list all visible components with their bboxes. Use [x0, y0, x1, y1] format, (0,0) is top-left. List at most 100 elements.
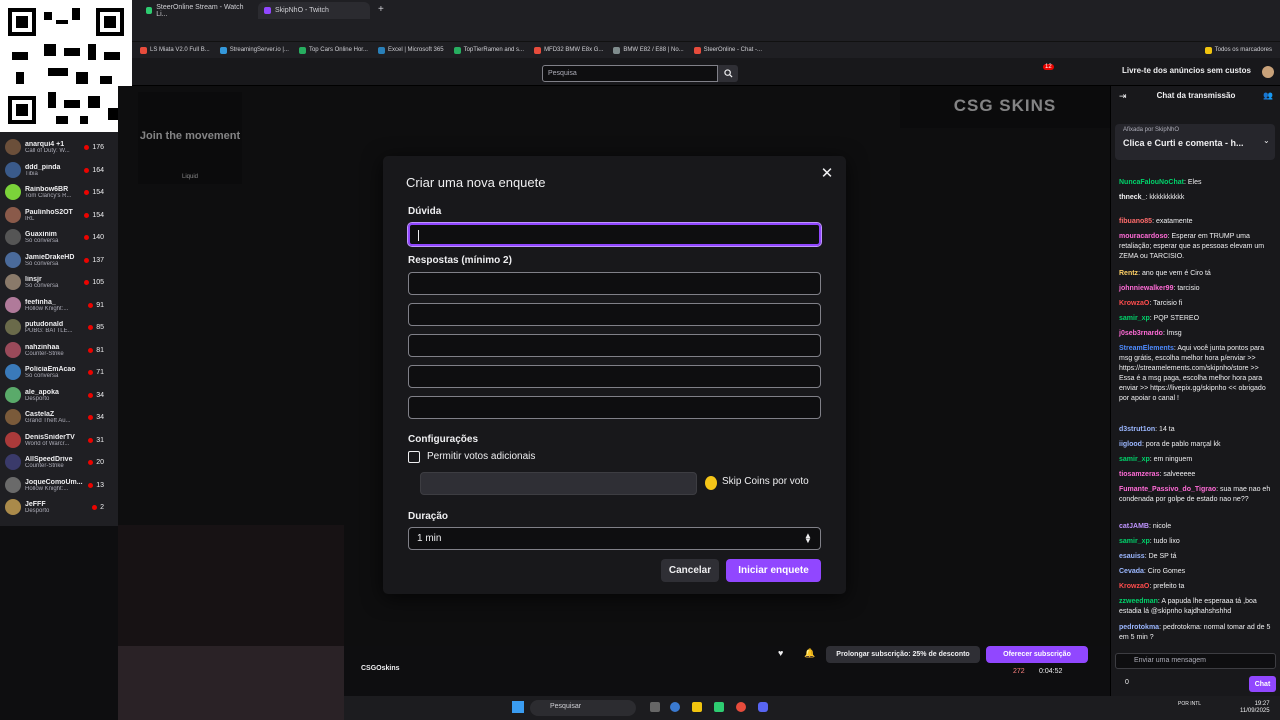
coin-icon — [705, 476, 717, 490]
pinned-message[interactable]: Afixada por SkipNhO Clica e Curti e come… — [1115, 124, 1275, 160]
collapse-chat-icon[interactable]: ⇥ — [1119, 91, 1127, 102]
users-icon[interactable]: 👥 — [1263, 91, 1273, 100]
bookmark-item[interactable]: MFD32 BMW E8x G... — [534, 46, 603, 54]
start-poll-button[interactable]: Iniciar enquete — [726, 559, 821, 582]
pinned-text: Clica e Curti e comenta - h... — [1123, 138, 1244, 148]
sidebar-channel[interactable]: ddd_pinda Tibia 164 — [0, 159, 118, 181]
question-label: Dúvida — [408, 206, 442, 217]
chat-message: samir_xp: em ninguem — [1119, 456, 1193, 463]
answer-input-5[interactable] — [408, 396, 821, 419]
sidebar-channel[interactable]: AllSpeedDrive Counter-Strike 20 — [0, 451, 118, 473]
avatar — [5, 364, 21, 380]
sidebar-channel[interactable]: nahzinhaa Counter-Strike 81 — [0, 339, 118, 361]
chevron-updown-icon: ▲ ▼ — [804, 531, 812, 545]
avatar — [5, 477, 21, 493]
heart-icon[interactable]: ♥ — [778, 648, 783, 658]
sidebar-channel[interactable]: JeFFF Desporto 2 — [0, 496, 118, 518]
bookmark-item[interactable]: StreamingServer.io |... — [219, 46, 289, 54]
qr-code — [0, 0, 132, 132]
input-language[interactable]: POR INTL — [1178, 701, 1201, 708]
avatar — [5, 387, 21, 403]
taskbar-search[interactable]: Pesquisar — [530, 700, 636, 716]
chat-message: j0seb3rnardo: lmsg — [1119, 330, 1182, 337]
close-icon[interactable]: ✕ — [819, 166, 835, 182]
avatar — [5, 252, 21, 268]
folder-icon[interactable] — [692, 702, 702, 712]
chevron-down-icon[interactable]: ⌄ — [1263, 136, 1270, 145]
bookmark-item[interactable]: SteerOnline - Chat -... — [693, 46, 762, 54]
coins-per-vote-input[interactable] — [420, 472, 697, 495]
edge-icon[interactable] — [670, 702, 680, 712]
avatar — [5, 184, 21, 200]
bookmark-item[interactable]: Top Cars Online Hor... — [298, 46, 368, 54]
cancel-button[interactable]: Cancelar — [661, 559, 719, 582]
answer-input-2[interactable] — [408, 303, 821, 326]
avatar — [5, 207, 21, 223]
sidebar-channel[interactable]: JoqueComoUm... Hollow Knight:... 13 — [0, 474, 118, 496]
new-tab-icon[interactable]: + — [378, 4, 384, 15]
chat-message: Rentz: ano que vem é Ciro tá — [1119, 270, 1211, 277]
chat-message: fibuano85: exatamente — [1119, 218, 1193, 225]
avatar — [5, 409, 21, 425]
sidebar-channel[interactable]: JamieDrakeHD Só conversa 137 — [0, 249, 118, 271]
question-input[interactable] — [407, 222, 822, 247]
answer-input-1[interactable] — [408, 272, 821, 295]
sidebar-channel[interactable]: Guaxinim Só conversa 140 — [0, 226, 118, 248]
search-button[interactable] — [718, 65, 738, 82]
tab-title: SkipNhO - Twitch — [275, 7, 329, 14]
all-bookmarks[interactable]: Todos os marcadores — [1204, 46, 1272, 54]
stream-tag[interactable]: CSGOskins — [361, 665, 400, 672]
discord-icon[interactable] — [758, 702, 768, 712]
browser-tab-twitch[interactable]: SkipNhO - Twitch — [258, 2, 370, 19]
browser-tab-steeronline[interactable]: SteerOnline Stream - Watch Li... — [140, 2, 252, 19]
address-bar[interactable] — [0, 20, 1280, 42]
bookmark-item[interactable]: BMW E82 / E88 | No... — [613, 46, 684, 54]
duration-select[interactable]: 1 min — [408, 527, 821, 550]
answers-label: Respostas (mínimo 2) — [408, 255, 512, 266]
answer-input-4[interactable] — [408, 365, 821, 388]
taskbar-clock[interactable]: 19:27 11/09/2025 — [1240, 701, 1270, 715]
tab-title: SteerOnline Stream - Watch Li... — [156, 3, 244, 18]
sidebar-channel[interactable]: feefinha_ Hollow Knight:... 91 — [0, 294, 118, 316]
sidebar-channel[interactable]: DenisSniderTV World of Warcr... 31 — [0, 429, 118, 451]
bell-icon[interactable]: 🔔 — [804, 648, 815, 659]
bookmark-item[interactable]: Excel | Microsoft 365 — [377, 46, 444, 54]
bookmark-item[interactable]: TopTierRamen and s... — [453, 46, 524, 54]
prolong-subscription-button[interactable]: Prolongar subscrição: 25% de desconto — [826, 646, 980, 663]
sidebar-channel[interactable]: putudonald PUBG: BATTLE... 85 — [0, 316, 118, 338]
chat-message: johnniewalker99: tarcisio — [1119, 285, 1200, 292]
sidebar-channel[interactable]: ale_apoka Desporto 34 — [0, 384, 118, 406]
chrome-icon[interactable] — [736, 702, 746, 712]
additional-votes-checkbox[interactable] — [408, 451, 420, 463]
store-icon[interactable] — [714, 702, 724, 712]
avatar[interactable] — [1262, 66, 1274, 78]
sidebar-channel[interactable]: PaulinhoS2OT IRL 154 — [0, 204, 118, 226]
followed-channels-sidebar: anarqui4 +1 Call of Duty: W... 176 ddd_pin… — [0, 86, 118, 526]
sidebar-channel[interactable]: anarqui4 +1 Call of Duty: W... 176 — [0, 136, 118, 158]
dialog-title: Criar uma nova enquete — [406, 175, 546, 190]
chat-send-button[interactable]: Chat — [1249, 676, 1276, 692]
chat-input[interactable]: Enviar uma mensagem — [1115, 653, 1276, 669]
taskview-icon[interactable] — [650, 702, 660, 712]
answer-input-3[interactable] — [408, 334, 821, 357]
avatar — [5, 229, 21, 245]
sidebar-channel[interactable]: Rainbow6BR Tom Clancy's R... 154 — [0, 181, 118, 203]
twitch-favicon-icon — [264, 7, 271, 14]
avatar — [5, 342, 21, 358]
chat-message: NuncaFalouNoChat: Eles — [1119, 179, 1202, 186]
bookmark-item[interactable]: LS Miata V2.0 Full B... — [140, 46, 210, 54]
sidebar-channel[interactable]: PoliciaEmAcao Só conversa 71 — [0, 361, 118, 383]
avatar — [5, 454, 21, 470]
avatar — [5, 499, 21, 515]
avatar — [5, 162, 21, 178]
qr-code-icon — [8, 8, 124, 124]
gift-subscription-button[interactable]: Oferecer subscrição — [986, 646, 1088, 663]
chat-message: zzweedman: A papuda lhe esperaaa tá ,boa… — [1119, 598, 1257, 615]
no-ads-link[interactable]: Livre-te dos anúncios sem custos — [1122, 66, 1251, 75]
channel-points[interactable]: 0 — [1125, 679, 1129, 686]
create-poll-dialog: Criar uma nova enquete ✕ Dúvida Resposta… — [383, 156, 846, 594]
windows-start-icon[interactable] — [512, 701, 524, 713]
sidebar-channel[interactable]: CastelaZ Grand Theft Au... 34 — [0, 406, 118, 428]
search-input[interactable]: Pesquisa — [542, 65, 718, 82]
sidebar-channel[interactable]: linsjr Só conversa 105 — [0, 271, 118, 293]
